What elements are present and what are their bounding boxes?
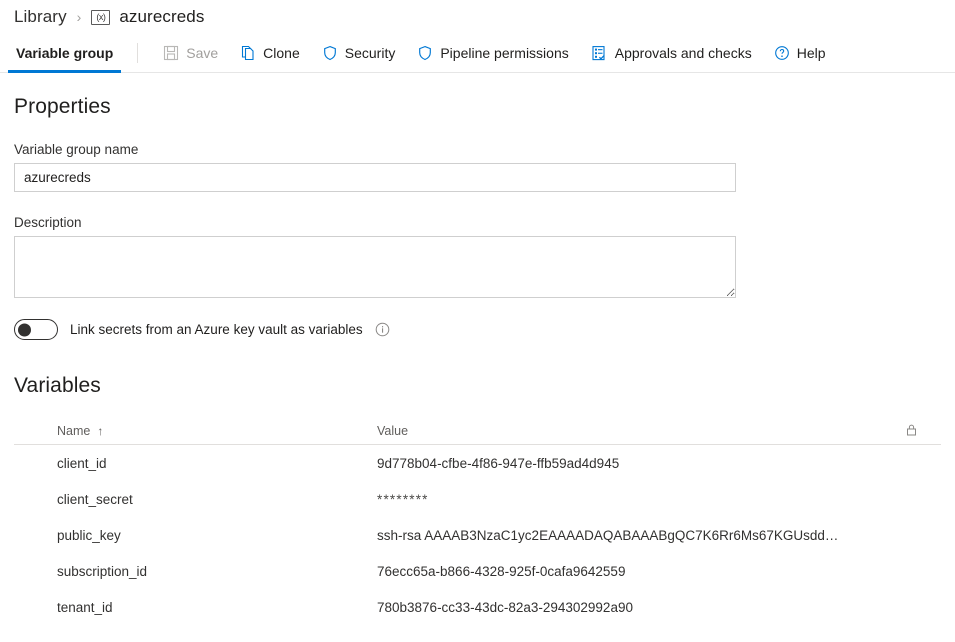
variable-name: tenant_id (57, 599, 113, 615)
variable-name: subscription_id (57, 563, 148, 579)
shield-icon (417, 45, 433, 61)
variable-value: 780b3876-cc33-43dc-82a3-294302992a90 (377, 599, 633, 615)
security-label: Security (344, 45, 396, 61)
variable-group-name-input[interactable] (14, 163, 736, 192)
variable-name: client_id (57, 455, 107, 471)
column-header-name-label: Name (57, 424, 91, 438)
sort-ascending-icon: ↑ (97, 424, 104, 438)
variable-group-icon: (x) (91, 9, 111, 25)
toolbar-divider (137, 43, 139, 63)
approvals-and-checks-label: Approvals and checks (614, 45, 752, 61)
save-icon (163, 45, 179, 61)
variable-group-name-label: Variable group name (14, 142, 139, 157)
breadcrumb-separator-icon: › (76, 9, 82, 25)
table-body: client_id 9d778b04-cfbe-4f86-947e-ffb59a… (14, 445, 941, 625)
help-label: Help (796, 45, 826, 61)
keyvault-toggle-label: Link secrets from an Azure key vault as … (70, 322, 363, 337)
help-icon (774, 45, 790, 61)
variables-heading: Variables (14, 374, 101, 397)
info-icon[interactable] (375, 322, 390, 337)
save-label: Save (186, 45, 219, 61)
variables-table: Name ↑ Value client_id 9d778b04-cfbe-4f8… (14, 418, 941, 625)
lock-icon (905, 423, 918, 440)
table-row[interactable]: subscription_id 76ecc65a-b866-4328-925f-… (14, 553, 941, 589)
toolbar: Variable group Save Clone Security Pipel… (0, 34, 955, 73)
table-row[interactable]: client_secret ******** (14, 481, 941, 517)
tab-variable-group-label: Variable group (16, 45, 114, 61)
column-header-name[interactable]: Name ↑ (14, 424, 377, 438)
shield-icon (322, 45, 338, 61)
clone-icon (240, 45, 256, 61)
help-button[interactable]: Help (763, 34, 837, 72)
keyvault-link-toggle[interactable] (14, 319, 58, 340)
table-header-row: Name ↑ Value (14, 418, 941, 445)
approvals-and-checks-button[interactable]: Approvals and checks (580, 34, 763, 72)
breadcrumb-link-library[interactable]: Library (14, 7, 67, 27)
clone-button[interactable]: Clone (229, 34, 311, 72)
variable-value: ******** (377, 491, 429, 507)
table-row[interactable]: tenant_id 780b3876-cc33-43dc-82a3-294302… (14, 589, 941, 625)
properties-heading: Properties (14, 95, 111, 118)
pipeline-permissions-button[interactable]: Pipeline permissions (406, 34, 579, 72)
tab-variable-group[interactable]: Variable group (8, 34, 122, 73)
column-header-lock (881, 423, 941, 440)
breadcrumb-current-azurecreds: azurecreds (119, 7, 205, 26)
column-header-value: Value (377, 424, 409, 438)
keyvault-toggle-row: Link secrets from an Azure key vault as … (14, 319, 941, 340)
variable-name: public_key (57, 527, 121, 543)
clone-label: Clone (263, 45, 300, 61)
variable-value: ssh-rsa AAAAB3NzaC1yc2EAAAADAQABAAABgQC7… (377, 527, 839, 543)
table-row[interactable]: public_key ssh-rsa AAAAB3NzaC1yc2EAAAADA… (14, 517, 941, 553)
variable-value: 76ecc65a-b866-4328-925f-0cafa9642559 (377, 563, 626, 579)
description-label: Description (14, 215, 82, 230)
main-content: Properties Variable group name Descripti… (0, 95, 955, 625)
description-textarea[interactable] (14, 236, 736, 298)
breadcrumb: Library › (x) azurecreds (0, 0, 955, 34)
tab-active-underline (8, 70, 122, 73)
security-button[interactable]: Security (311, 34, 407, 72)
table-row[interactable]: client_id 9d778b04-cfbe-4f86-947e-ffb59a… (14, 445, 941, 481)
pipeline-permissions-label: Pipeline permissions (440, 45, 569, 61)
variable-name: client_secret (57, 491, 133, 507)
save-button: Save (152, 34, 229, 72)
variable-value: 9d778b04-cfbe-4f86-947e-ffb59ad4d945 (377, 455, 620, 471)
toggle-knob (18, 323, 31, 336)
checklist-icon (591, 45, 608, 62)
